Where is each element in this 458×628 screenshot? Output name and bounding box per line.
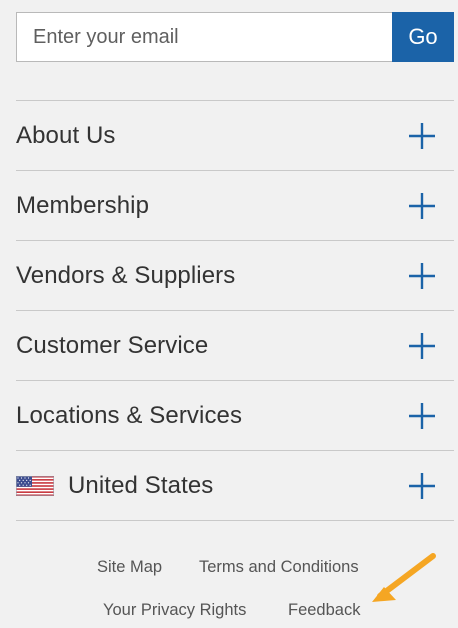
footer-accordion-menu: About Us Membership Vendors & Suppliers …	[16, 100, 454, 521]
plus-icon[interactable]	[408, 332, 436, 360]
site-map-link[interactable]: Site Map	[97, 558, 162, 577]
country-selector: United States	[16, 472, 213, 500]
plus-icon[interactable]	[408, 122, 436, 150]
us-flag-icon	[16, 475, 54, 496]
plus-icon[interactable]	[408, 192, 436, 220]
menu-item-locations-services[interactable]: Locations & Services	[16, 381, 454, 451]
terms-link[interactable]: Terms and Conditions	[199, 558, 359, 577]
menu-item-membership[interactable]: Membership	[16, 171, 454, 241]
plus-icon[interactable]	[408, 262, 436, 290]
menu-item-vendors-suppliers[interactable]: Vendors & Suppliers	[16, 241, 454, 311]
email-signup: Go	[16, 12, 454, 62]
plus-icon[interactable]	[408, 472, 436, 500]
menu-item-label: Customer Service	[16, 331, 209, 359]
country-label: United States	[68, 471, 214, 499]
menu-item-customer-service[interactable]: Customer Service	[16, 311, 454, 381]
menu-item-label: Membership	[16, 191, 150, 219]
menu-item-about-us[interactable]: About Us	[16, 101, 454, 171]
feedback-link[interactable]: Feedback	[288, 601, 360, 620]
go-button[interactable]: Go	[392, 12, 454, 62]
annotation-arrow-icon	[372, 553, 436, 602]
privacy-rights-link[interactable]: Your Privacy Rights	[103, 601, 246, 620]
menu-item-country-selector[interactable]: United States	[16, 451, 454, 521]
email-input[interactable]	[16, 12, 392, 62]
menu-item-label: Vendors & Suppliers	[16, 261, 236, 289]
plus-icon[interactable]	[408, 402, 436, 430]
menu-item-label: About Us	[16, 121, 116, 149]
menu-item-label: Locations & Services	[16, 401, 243, 429]
